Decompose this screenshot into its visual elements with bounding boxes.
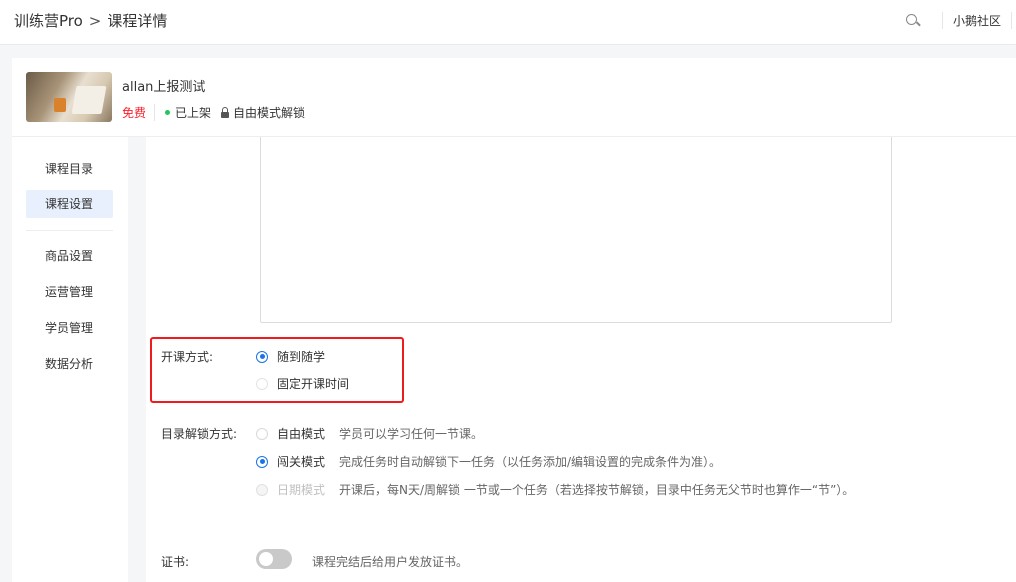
book-shape <box>71 86 107 114</box>
option-description: 开课后，每N天/周解锁 一节或一个任务（若选择按节解锁，目录中任务无父节时也算作… <box>339 483 855 497</box>
certificate-description: 课程完结后给用户发放证书。 <box>312 555 469 569</box>
settings-panel: 开课方式: 随到随学 固定开课时间 目录解锁方式: 自由模式 学员可以学习任何一… <box>146 137 1016 582</box>
radio-unchecked-icon[interactable] <box>256 377 268 390</box>
unlock-mode-text: 自由模式解锁 <box>233 106 306 120</box>
sidebar-item-product-settings[interactable]: 商品设置 <box>26 242 113 270</box>
description-textarea[interactable] <box>260 137 892 323</box>
sidebar-item-analytics[interactable]: 数据分析 <box>26 350 113 378</box>
radio-disabled-icon <box>256 483 268 496</box>
sidebar: 课程目录 课程设置 商品设置 运营管理 学员管理 数据分析 <box>12 137 128 582</box>
certificate-label: 证书: <box>161 555 190 569</box>
unlock-mode-badge: 自由模式解锁 <box>221 104 305 121</box>
option-label: 随到随学 <box>277 350 326 364</box>
course-title: allan上报测试 <box>122 80 206 95</box>
radio-unchecked-icon[interactable] <box>256 427 268 440</box>
status-dot-icon <box>165 110 171 115</box>
course-thumbnail <box>26 72 112 122</box>
start-mode-option-fixed[interactable]: 固定开课时间 <box>256 375 349 392</box>
option-label: 固定开课时间 <box>277 377 350 391</box>
cup-shape <box>54 98 66 112</box>
sidebar-divider <box>26 230 113 231</box>
start-mode-option-anytime[interactable]: 随到随学 <box>256 348 325 365</box>
radio-checked-icon[interactable] <box>256 455 268 468</box>
top-bar: 训练营Pro > 课程详情 小鹅社区 运营 <box>0 0 1016 45</box>
unlock-mode-label: 目录解锁方式: <box>161 427 238 441</box>
sidebar-item-course-settings[interactable]: 课程设置 <box>26 190 113 218</box>
unlock-option-level[interactable]: 闯关模式 完成任务时自动解锁下一任务（以任务添加/编辑设置的完成条件为准）。 <box>256 453 721 470</box>
option-description: 学员可以学习任何一节课。 <box>339 427 484 441</box>
top-link-operations[interactable]: 运营 <box>1010 12 1016 29</box>
lock-icon <box>221 106 230 118</box>
sidebar-item-operations[interactable]: 运营管理 <box>26 278 113 306</box>
course-header: allan上报测试 免费 已上架 自由模式解锁 <box>12 58 1016 137</box>
sidebar-item-students[interactable]: 学员管理 <box>26 314 113 342</box>
search-icon[interactable] <box>905 13 920 28</box>
price-badge: 免费 <box>122 104 156 121</box>
certificate-toggle[interactable] <box>256 549 292 569</box>
top-right-actions: 小鹅社区 运营 <box>905 12 1016 29</box>
course-meta: 免费 已上架 自由模式解锁 <box>122 104 305 121</box>
unlock-option-free[interactable]: 自由模式 学员可以学习任何一节课。 <box>256 425 483 442</box>
breadcrumb-separator: > <box>88 11 102 30</box>
option-label: 闯关模式 <box>277 455 326 469</box>
status-text: 已上架 <box>175 106 212 120</box>
start-mode-label: 开课方式: <box>161 350 214 364</box>
sidebar-item-catalog[interactable]: 课程目录 <box>26 155 113 183</box>
breadcrumb: 训练营Pro > 课程详情 <box>14 10 167 31</box>
unlock-option-date: 日期模式 开课后，每N天/周解锁 一节或一个任务（若选择按节解锁，目录中任务无父… <box>256 481 854 498</box>
radio-checked-icon[interactable] <box>256 350 268 363</box>
toggle-knob <box>259 552 273 566</box>
option-label: 自由模式 <box>277 427 326 441</box>
status-badge: 已上架 <box>155 104 221 121</box>
highlight-box <box>150 337 404 403</box>
option-description: 完成任务时自动解锁下一任务（以任务添加/编辑设置的完成条件为准）。 <box>339 455 722 469</box>
top-link-community[interactable]: 小鹅社区 <box>941 12 1011 29</box>
breadcrumb-root[interactable]: 训练营Pro <box>14 10 83 31</box>
breadcrumb-current: 课程详情 <box>107 12 168 30</box>
option-label: 日期模式 <box>277 483 326 497</box>
